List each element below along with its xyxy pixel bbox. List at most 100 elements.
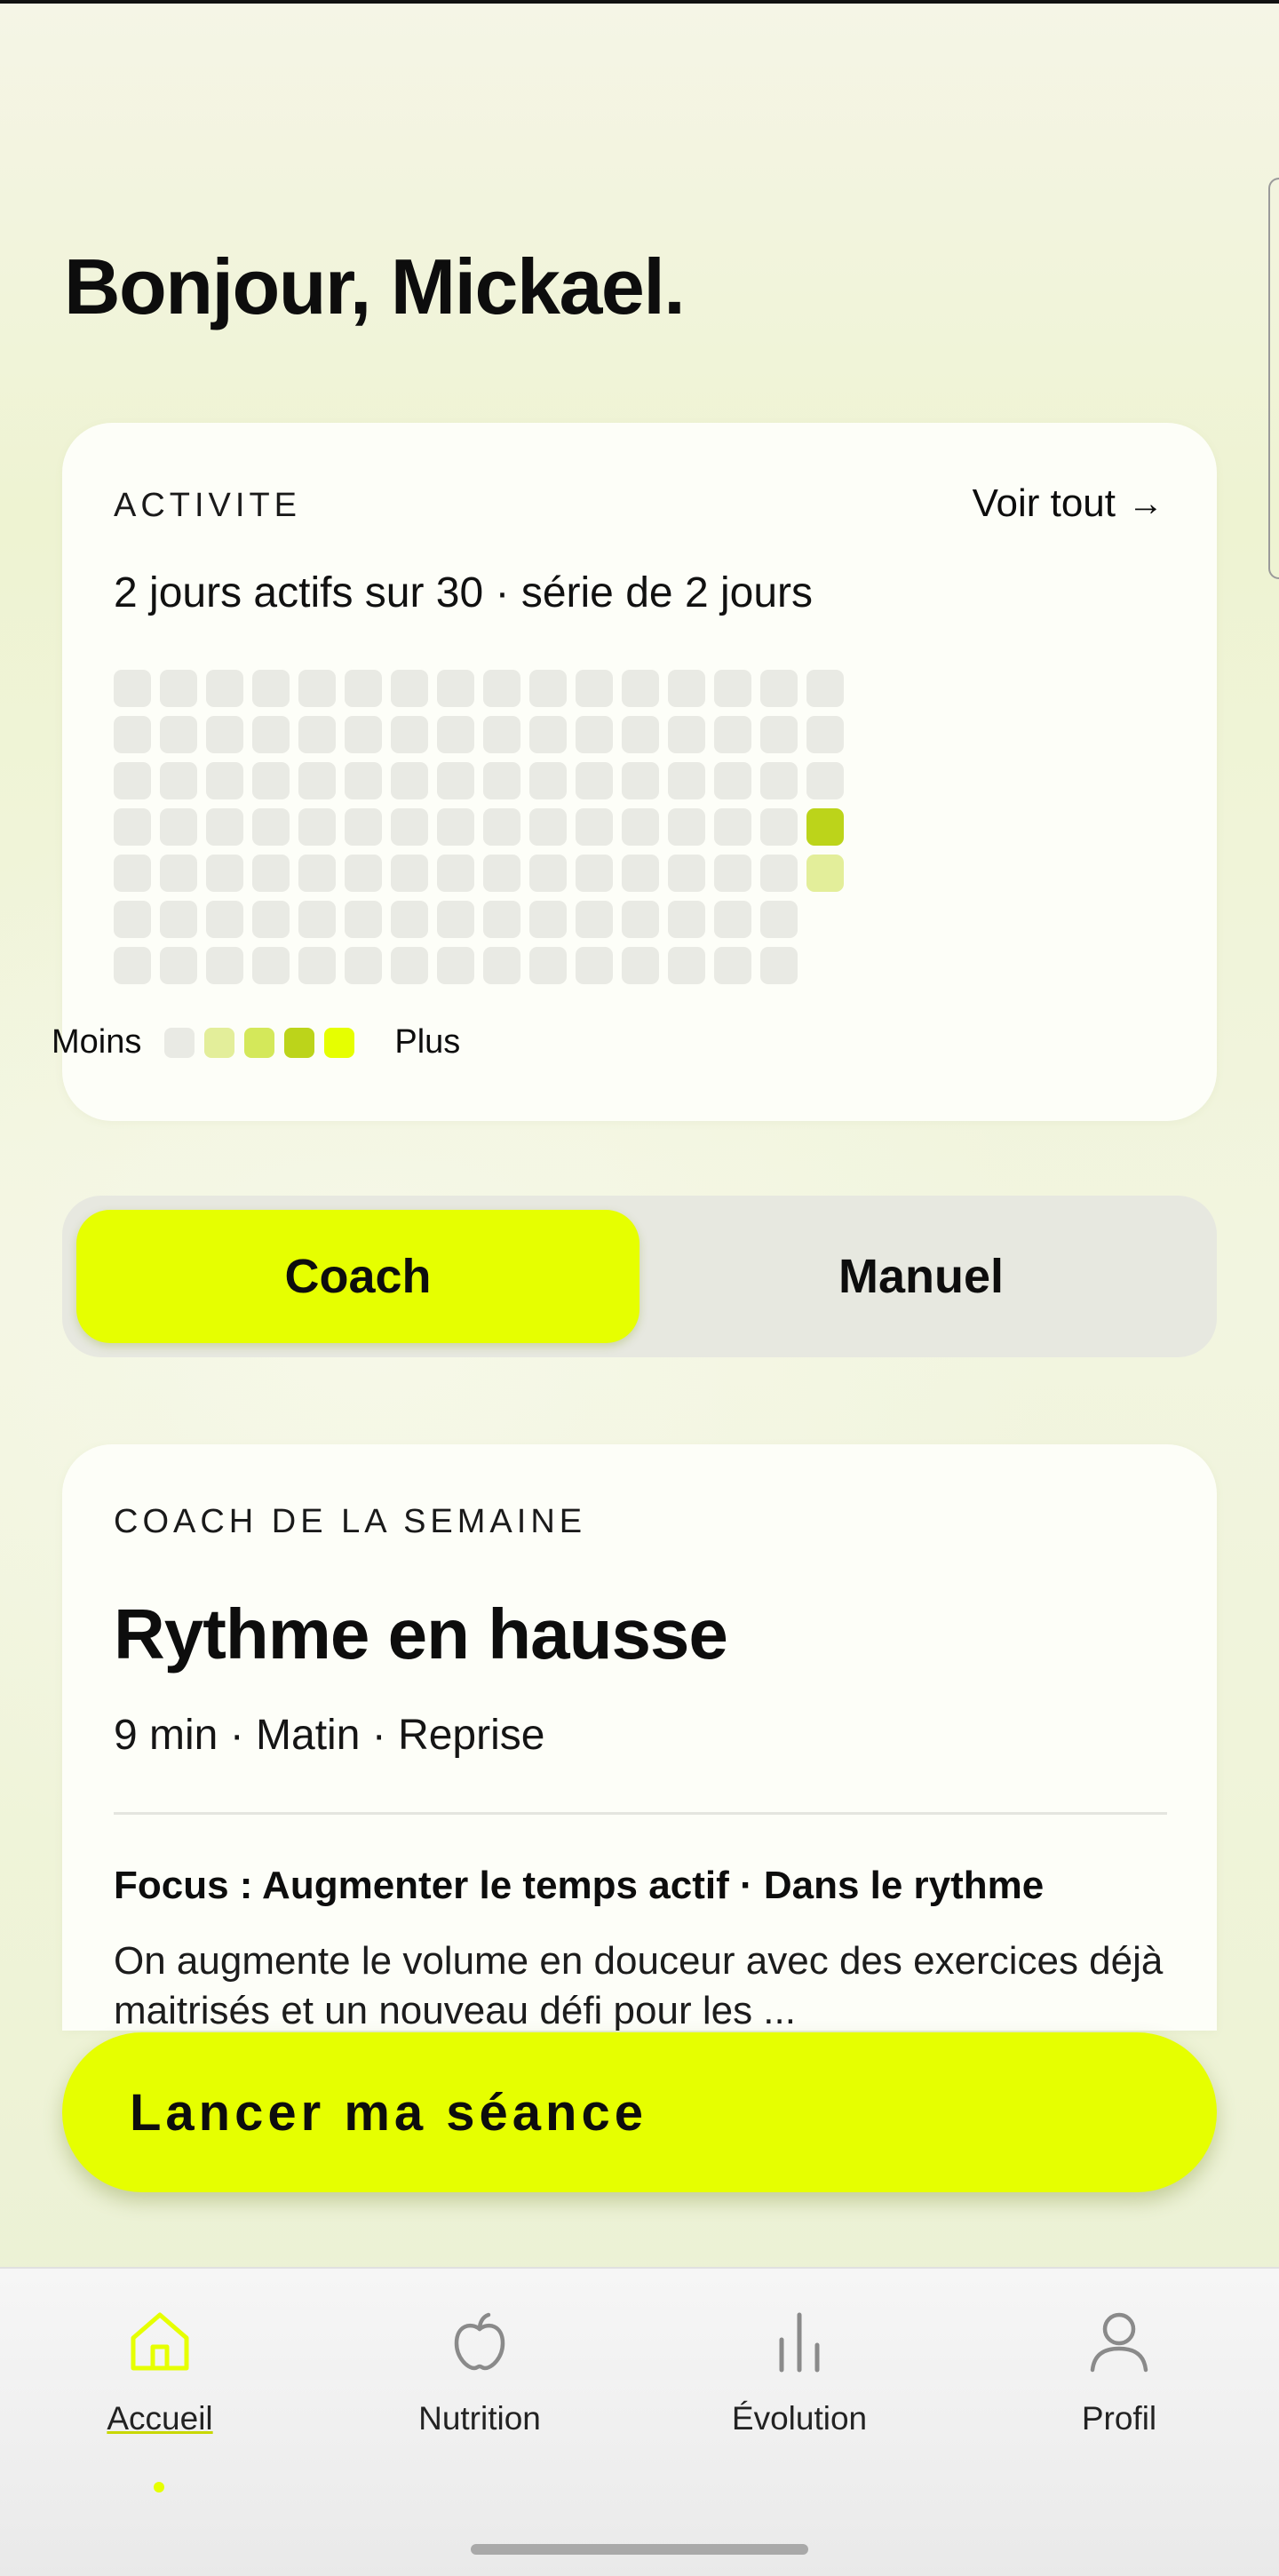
heatmap-cell [529, 901, 567, 938]
home-icon [131, 2312, 189, 2371]
heatmap-cell [345, 762, 382, 799]
heatmap-cell [576, 901, 613, 938]
side-drawer-handle[interactable] [1268, 178, 1279, 579]
heatmap-cell [345, 716, 382, 753]
heatmap-cell [576, 762, 613, 799]
heatmap-cell [760, 855, 798, 892]
tab-manuel[interactable]: Manuel [640, 1210, 1203, 1343]
heatmap-cell [622, 762, 659, 799]
session-description: On augmente le volume en douceur avec de… [114, 1939, 1164, 2031]
heatmap-cell [483, 855, 520, 892]
heatmap-cell [576, 947, 613, 984]
heatmap-cell [345, 670, 382, 707]
heatmap-cell [483, 762, 520, 799]
mode-switch: Coach Manuel [62, 1196, 1217, 1357]
heatmap-cell [760, 716, 798, 753]
heatmap-cell [252, 670, 290, 707]
legend-swatch [284, 1027, 315, 1058]
heatmap-cell [298, 808, 336, 846]
heatmap-cell [483, 808, 520, 846]
heatmap-cell [714, 670, 751, 707]
heatmap-cell [345, 855, 382, 892]
heatmap-cell [252, 855, 290, 892]
heatmap-cell [160, 808, 197, 846]
heatmap-cell [806, 762, 844, 799]
heatmap-cell [668, 947, 705, 984]
heatmap-cell [806, 808, 844, 846]
heatmap-cell [714, 716, 751, 753]
heatmap-cell [437, 947, 474, 984]
tab-label: Accueil [107, 2400, 213, 2437]
coach-card[interactable]: COACH DE LA SEMAINE Rythme en hausse 9 m… [62, 1444, 1217, 2031]
heatmap-cell [668, 901, 705, 938]
legend-swatch [244, 1027, 275, 1058]
legend-less-label: Moins [52, 1023, 142, 1061]
bar-chart-icon [779, 2312, 820, 2373]
heatmap-cell [668, 855, 705, 892]
heatmap-cell [298, 716, 336, 753]
legend-swatch [164, 1027, 195, 1058]
tab-nutrition[interactable]: Nutrition [320, 2306, 640, 2484]
heatmap-cell [345, 808, 382, 846]
heatmap-cell [760, 901, 798, 938]
heatmap-cell [529, 716, 567, 753]
heatmap-cell [483, 670, 520, 707]
heatmap-cell [760, 808, 798, 846]
heatmap-cell [160, 716, 197, 753]
heatmap-cell [760, 670, 798, 707]
heatmap-cell [160, 762, 197, 799]
tab-evolution[interactable]: Évolution [640, 2306, 959, 2484]
tab-label: Profil [1081, 2400, 1157, 2437]
tab-profil[interactable]: Profil [959, 2306, 1279, 2484]
heatmap-cell [298, 855, 336, 892]
start-session-button[interactable]: Lancer ma séance [62, 2032, 1217, 2192]
heatmap-cell [437, 670, 474, 707]
heatmap-cell [714, 855, 751, 892]
heatmap-cell [252, 808, 290, 846]
heatmap-cell [714, 808, 751, 846]
heatmap-cell [391, 670, 428, 707]
legend-swatch [204, 1027, 235, 1058]
heatmap-cell [622, 901, 659, 938]
heatmap-cell [206, 762, 243, 799]
tab-coach[interactable]: Coach [76, 1210, 640, 1343]
heatmap-cell [114, 762, 151, 799]
heatmap-cell [437, 855, 474, 892]
heatmap-cell [622, 670, 659, 707]
heatmap-cell [206, 855, 243, 892]
heatmap-cell [483, 901, 520, 938]
greeting-title: Bonjour, Mickael. [64, 242, 686, 330]
legend-swatch [324, 1027, 355, 1058]
divider [114, 1812, 1167, 1815]
heatmap-cell [391, 947, 428, 984]
heatmap-cell [622, 855, 659, 892]
see-all-link[interactable]: Voir tout → [973, 481, 1164, 526]
heatmap-cell [576, 808, 613, 846]
heatmap-cell [714, 762, 751, 799]
heatmap-cell [529, 855, 567, 892]
heatmap-cell [483, 716, 520, 753]
tab-accueil[interactable]: Accueil [0, 2306, 320, 2493]
heatmap-cell [622, 808, 659, 846]
arrow-right-icon: → [1128, 483, 1164, 523]
heatmap-cell [437, 808, 474, 846]
heatmap-cell [252, 762, 290, 799]
heatmap-cell [206, 670, 243, 707]
heatmap-cell [760, 947, 798, 984]
heatmap-cell [114, 716, 151, 753]
session-meta: 9 min · Matin · Reprise [114, 1712, 545, 1759]
tab-label: Nutrition [418, 2400, 541, 2437]
heatmap-cell [668, 670, 705, 707]
heatmap-cell [806, 855, 844, 892]
heatmap-cell [529, 808, 567, 846]
heatmap-cell [622, 947, 659, 984]
heatmap-cell [298, 947, 336, 984]
coach-overline: COACH DE LA SEMAINE [114, 1503, 587, 1540]
heatmap-cell [806, 716, 844, 753]
heatmap-cell [252, 947, 290, 984]
heatmap-cell [114, 855, 151, 892]
heatmap-cell [622, 716, 659, 753]
home-indicator[interactable] [471, 2544, 808, 2555]
legend-swatches [164, 1027, 364, 1058]
active-tab-indicator [154, 2482, 164, 2493]
